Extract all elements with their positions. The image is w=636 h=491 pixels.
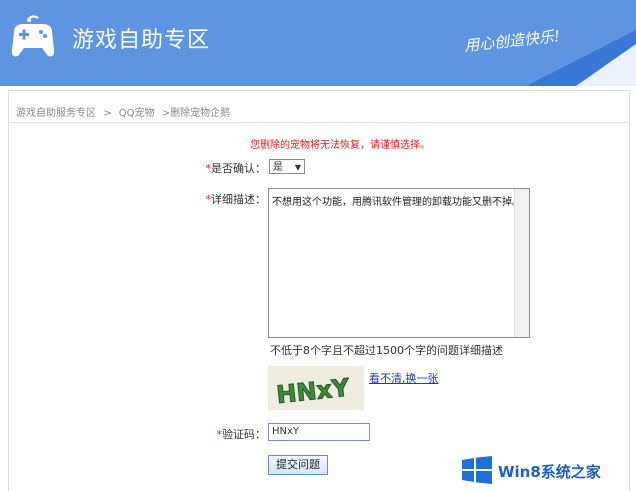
description-textarea[interactable]: 不想用这个功能，用腾讯软件管理的卸载功能又删不掉。	[268, 188, 530, 338]
textarea-scrollbar[interactable]	[514, 189, 529, 337]
submit-button[interactable]: 提交问题	[268, 455, 328, 475]
desc-label: *详细描述：	[200, 191, 267, 207]
captcha-image: HNxY	[268, 366, 364, 410]
header-banner: 游戏自助专区 用心创造快乐!	[0, 0, 636, 86]
windows-logo-icon	[462, 456, 492, 484]
captcha-input[interactable]: HNxY	[268, 423, 370, 441]
confirm-label: *是否确认：	[200, 160, 267, 176]
description-hint: 不低于8个字且不超过1500个字的问题详细描述	[270, 344, 503, 357]
breadcrumb-qq-pet[interactable]: QQ宠物	[119, 108, 155, 119]
watermark-text: Win8系统之家	[498, 463, 601, 481]
breadcrumb: 游戏自助服务专区 > QQ宠物 >删除宠物企鹅	[16, 104, 234, 119]
refresh-captcha-link[interactable]: 看不清,换一张	[369, 370, 439, 386]
gamepad-icon	[11, 15, 55, 57]
confirm-label-text: 是否确认：	[211, 162, 266, 175]
watermark: Win8系统之家	[462, 452, 630, 488]
warning-text: 您删除的宠物将无法恢复，请谨慎选择。	[250, 140, 430, 151]
breadcrumb-current: >删除宠物企鹅	[161, 108, 231, 119]
breadcrumb-home[interactable]: 游戏自助服务专区	[16, 108, 96, 119]
captcha-label-text: 验证码：	[222, 428, 266, 441]
divider	[8, 122, 628, 123]
captcha-label: *验证码：	[200, 426, 267, 442]
desc-label-text: 详细描述：	[211, 193, 266, 206]
description-text: 不想用这个功能，用腾讯软件管理的卸载功能又删不掉。	[272, 197, 522, 208]
chevron-down-icon: ▼	[294, 163, 301, 172]
confirm-select[interactable]: 是 ▼	[269, 159, 305, 174]
confirm-select-value: 是	[273, 162, 283, 173]
page-title: 游戏自助专区	[72, 28, 211, 53]
breadcrumb-separator: >	[103, 108, 112, 119]
header-decor-light	[576, 44, 636, 86]
